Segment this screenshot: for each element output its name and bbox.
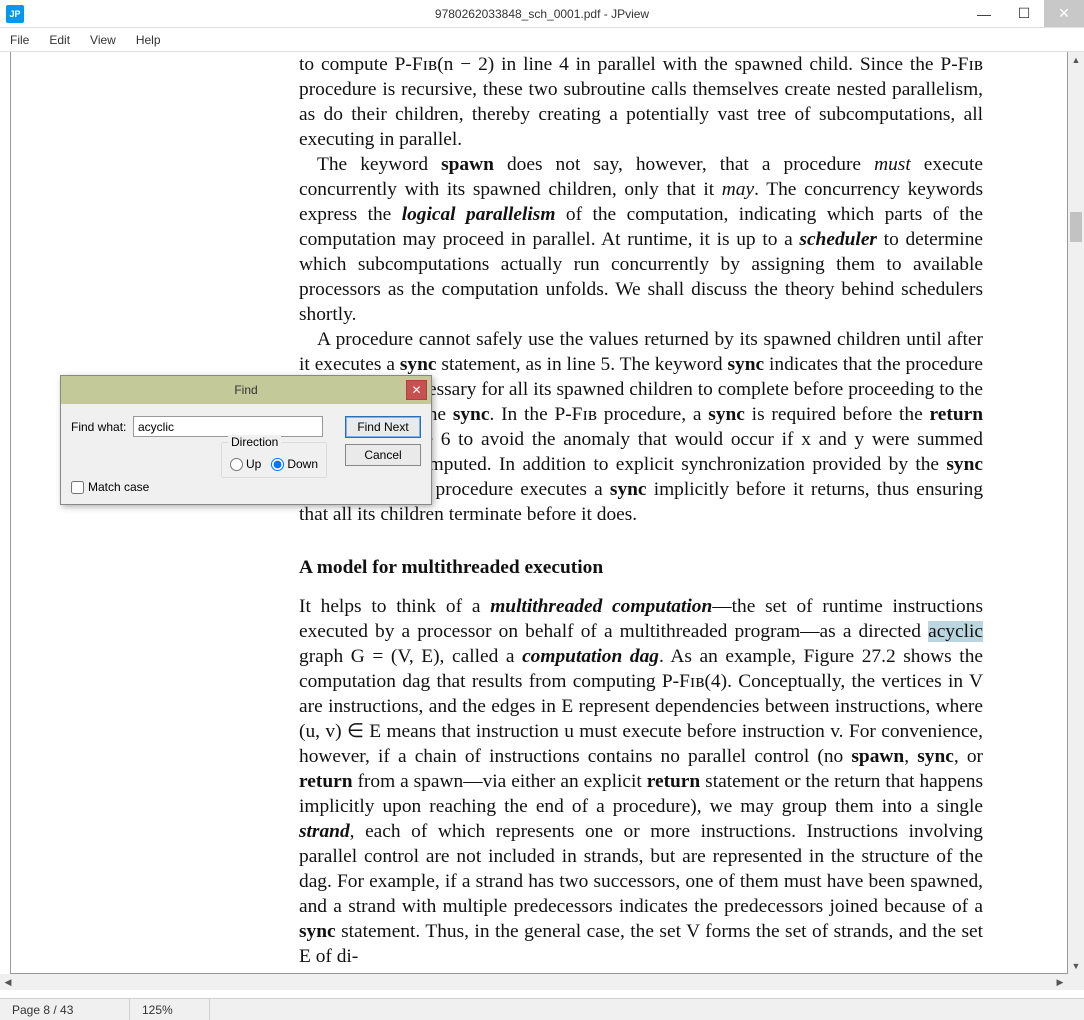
menu-help[interactable]: Help xyxy=(126,33,171,47)
document-page: to compute P-Fɪʙ(n − 2) in line 4 in par… xyxy=(10,52,1068,974)
find-dialog: Find ✕ Find what: Find Next Cancel Direc… xyxy=(60,375,432,505)
content-area: to compute P-Fɪʙ(n − 2) in line 4 in par… xyxy=(0,52,1084,990)
find-dialog-title: Find xyxy=(61,383,431,397)
section-heading: A model for multithreaded execution xyxy=(299,555,983,580)
status-zoom: 125% xyxy=(130,999,210,1020)
direction-down-label: Down xyxy=(287,457,318,471)
find-what-input[interactable] xyxy=(133,416,323,437)
close-icon: ✕ xyxy=(411,383,421,397)
window-controls: — ☐ ✕ xyxy=(964,0,1084,27)
find-next-button[interactable]: Find Next xyxy=(345,416,421,438)
titlebar: JP 9780262033848_sch_0001.pdf - JPview —… xyxy=(0,0,1084,28)
match-case-label: Match case xyxy=(88,480,149,494)
menu-view[interactable]: View xyxy=(80,33,126,47)
paragraph: The keyword spawn does not say, however,… xyxy=(299,152,983,327)
match-case-checkbox[interactable]: Match case xyxy=(71,480,149,494)
cancel-button[interactable]: Cancel xyxy=(345,444,421,466)
paragraph: to compute P-Fɪʙ(n − 2) in line 4 in par… xyxy=(299,52,983,152)
close-button[interactable]: ✕ xyxy=(1044,0,1084,27)
radio-down[interactable] xyxy=(271,458,284,471)
maximize-button[interactable]: ☐ xyxy=(1004,0,1044,27)
scroll-thumb[interactable] xyxy=(1070,212,1082,242)
app-icon: JP xyxy=(6,5,24,23)
direction-down-radio[interactable]: Down xyxy=(271,457,318,471)
find-close-button[interactable]: ✕ xyxy=(406,380,427,400)
match-case-input[interactable] xyxy=(71,481,84,494)
document-text: to compute P-Fɪʙ(n − 2) in line 4 in par… xyxy=(299,52,983,969)
minimize-button[interactable]: — xyxy=(964,0,1004,27)
search-highlight: acyclic xyxy=(928,621,983,642)
direction-up-label: Up xyxy=(246,457,261,471)
scroll-corner xyxy=(1068,974,1084,990)
paragraph: It helps to think of a multithreaded com… xyxy=(299,594,983,969)
direction-group: Direction Up Down xyxy=(221,442,327,478)
horizontal-scrollbar[interactable]: ◀ ▶ xyxy=(0,974,1068,990)
direction-up-radio[interactable]: Up xyxy=(230,457,261,471)
menu-edit[interactable]: Edit xyxy=(39,33,80,47)
find-what-label: Find what: xyxy=(71,420,133,434)
radio-up[interactable] xyxy=(230,458,243,471)
scroll-right-arrow-icon[interactable]: ▶ xyxy=(1052,974,1068,990)
scroll-down-arrow-icon[interactable]: ▼ xyxy=(1068,958,1084,974)
direction-label: Direction xyxy=(228,435,281,449)
menubar: File Edit View Help xyxy=(0,28,1084,52)
statusbar: Page 8 / 43 125% xyxy=(0,998,1084,1020)
window-title: 9780262033848_sch_0001.pdf - JPview xyxy=(0,7,1084,21)
vertical-scrollbar[interactable]: ▲ ▼ xyxy=(1068,52,1084,974)
find-dialog-titlebar[interactable]: Find ✕ xyxy=(61,376,431,404)
status-page: Page 8 / 43 xyxy=(0,999,130,1020)
scroll-left-arrow-icon[interactable]: ◀ xyxy=(0,974,16,990)
find-dialog-body: Find what: Find Next Cancel Direction Up… xyxy=(61,404,431,504)
scroll-up-arrow-icon[interactable]: ▲ xyxy=(1068,52,1084,68)
menu-file[interactable]: File xyxy=(0,33,39,47)
